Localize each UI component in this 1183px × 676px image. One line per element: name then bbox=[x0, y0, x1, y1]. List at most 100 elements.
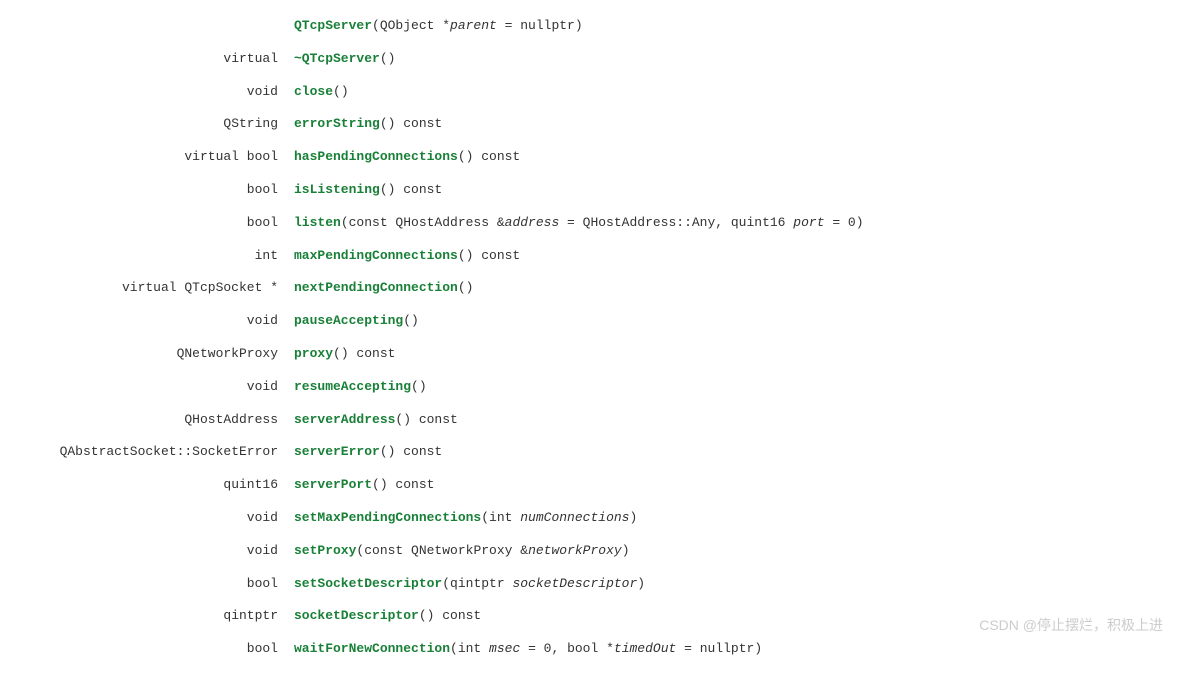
return-type bbox=[20, 10, 286, 43]
signature-args: () bbox=[458, 280, 474, 295]
function-name-link[interactable]: setMaxPendingConnections bbox=[294, 510, 481, 525]
table-row: virtual boolhasPendingConnections() cons… bbox=[20, 141, 1163, 174]
function-name-link[interactable]: setProxy bbox=[294, 543, 356, 558]
table-row: void setProxy(const QNetworkProxy &networ… bbox=[20, 535, 1163, 568]
signature-args: () const bbox=[458, 149, 520, 164]
signature-cell: socketDescriptor() const bbox=[286, 600, 1163, 633]
return-type: bool bbox=[20, 174, 286, 207]
signature-args: (QObject *parent = nullptr) bbox=[372, 18, 583, 33]
table-row: virtual~QTcpServer() bbox=[20, 43, 1163, 76]
signature-args: () const bbox=[419, 608, 481, 623]
return-type: qintptr bbox=[20, 600, 286, 633]
function-name-link[interactable]: proxy bbox=[294, 346, 333, 361]
table-row: QStringerrorString() const bbox=[20, 108, 1163, 141]
signature-args: (int numConnections) bbox=[481, 510, 637, 525]
return-type: QString bbox=[20, 108, 286, 141]
return-type: void bbox=[20, 305, 286, 338]
signature-cell: maxPendingConnections() const bbox=[286, 240, 1163, 273]
signature-cell: setMaxPendingConnections(int numConnecti… bbox=[286, 502, 1163, 535]
signature-cell: nextPendingConnection() bbox=[286, 272, 1163, 305]
return-type: bool bbox=[20, 568, 286, 601]
table-row: QTcpServer(QObject *parent = nullptr) bbox=[20, 10, 1163, 43]
signature-args: () bbox=[333, 84, 349, 99]
table-row: QHostAddressserverAddress() const bbox=[20, 404, 1163, 437]
return-type: bool bbox=[20, 207, 286, 240]
return-type: QAbstractSocket::SocketError bbox=[20, 436, 286, 469]
signature-cell: resumeAccepting() bbox=[286, 371, 1163, 404]
signature-args: () const bbox=[458, 248, 520, 263]
signature-args: () const bbox=[333, 346, 395, 361]
table-row: voidclose() bbox=[20, 76, 1163, 109]
function-name-link[interactable]: serverPort bbox=[294, 477, 372, 492]
signature-cell: QTcpServer(QObject *parent = nullptr) bbox=[286, 10, 1163, 43]
return-type: virtual bbox=[20, 43, 286, 76]
signature-args: () bbox=[411, 379, 427, 394]
function-name-link[interactable]: setSocketDescriptor bbox=[294, 576, 442, 591]
signature-cell: waitForNewConnection(int msec = 0, bool … bbox=[286, 633, 1163, 666]
signature-cell: pauseAccepting() bbox=[286, 305, 1163, 338]
return-type: void bbox=[20, 76, 286, 109]
return-type: void bbox=[20, 502, 286, 535]
signature-args: (const QHostAddress &address = QHostAddr… bbox=[341, 215, 864, 230]
return-type: void bbox=[20, 535, 286, 568]
table-row: intmaxPendingConnections() const bbox=[20, 240, 1163, 273]
return-type: int bbox=[20, 240, 286, 273]
function-name-link[interactable]: nextPendingConnection bbox=[294, 280, 458, 295]
signature-args: () const bbox=[380, 444, 442, 459]
function-name-link[interactable]: serverAddress bbox=[294, 412, 395, 427]
return-type: bool bbox=[20, 633, 286, 666]
function-name-link[interactable]: close bbox=[294, 84, 333, 99]
api-members-table: QTcpServer(QObject *parent = nullptr)vir… bbox=[20, 10, 1163, 666]
signature-args: () const bbox=[380, 116, 442, 131]
function-name-link[interactable]: maxPendingConnections bbox=[294, 248, 458, 263]
table-row: boolisListening() const bbox=[20, 174, 1163, 207]
signature-cell: proxy() const bbox=[286, 338, 1163, 371]
return-type: QHostAddress bbox=[20, 404, 286, 437]
signature-cell: errorString() const bbox=[286, 108, 1163, 141]
function-name-link[interactable]: listen bbox=[294, 215, 341, 230]
return-type: virtual QTcpSocket * bbox=[20, 272, 286, 305]
signature-cell: setSocketDescriptor(qintptr socketDescri… bbox=[286, 568, 1163, 601]
table-row: quint16serverPort() const bbox=[20, 469, 1163, 502]
function-name-link[interactable]: hasPendingConnections bbox=[294, 149, 458, 164]
table-row: QNetworkProxyproxy() const bbox=[20, 338, 1163, 371]
table-row: qintptrsocketDescriptor() const bbox=[20, 600, 1163, 633]
signature-args: () bbox=[380, 51, 396, 66]
function-name-link[interactable]: waitForNewConnection bbox=[294, 641, 450, 656]
signature-args: () const bbox=[395, 412, 457, 427]
signature-cell: serverError() const bbox=[286, 436, 1163, 469]
signature-args: () const bbox=[372, 477, 434, 492]
function-name-link[interactable]: pauseAccepting bbox=[294, 313, 403, 328]
function-name-link[interactable]: serverError bbox=[294, 444, 380, 459]
signature-args: () const bbox=[380, 182, 442, 197]
table-row: QAbstractSocket::SocketErrorserverError(… bbox=[20, 436, 1163, 469]
table-row: boolsetSocketDescriptor(qintptr socketDe… bbox=[20, 568, 1163, 601]
signature-cell: serverPort() const bbox=[286, 469, 1163, 502]
signature-cell: isListening() const bbox=[286, 174, 1163, 207]
return-type: void bbox=[20, 371, 286, 404]
function-name-link[interactable]: socketDescriptor bbox=[294, 608, 419, 623]
return-type: quint16 bbox=[20, 469, 286, 502]
table-row: virtual QTcpSocket *nextPendingConnectio… bbox=[20, 272, 1163, 305]
signature-args: (const QNetworkProxy &networkProxy) bbox=[356, 543, 629, 558]
table-row: voidpauseAccepting() bbox=[20, 305, 1163, 338]
signature-args: () bbox=[403, 313, 419, 328]
table-row: boollisten(const QHostAddress &address =… bbox=[20, 207, 1163, 240]
function-name-link[interactable]: QTcpServer bbox=[294, 18, 372, 33]
signature-cell: listen(const QHostAddress &address = QHo… bbox=[286, 207, 1163, 240]
table-row: boolwaitForNewConnection(int msec = 0, b… bbox=[20, 633, 1163, 666]
function-name-link[interactable]: ~QTcpServer bbox=[294, 51, 380, 66]
table-row: voidsetMaxPendingConnections(int numConn… bbox=[20, 502, 1163, 535]
signature-cell: hasPendingConnections() const bbox=[286, 141, 1163, 174]
return-type: virtual bool bbox=[20, 141, 286, 174]
signature-cell: serverAddress() const bbox=[286, 404, 1163, 437]
function-name-link[interactable]: errorString bbox=[294, 116, 380, 131]
function-name-link[interactable]: isListening bbox=[294, 182, 380, 197]
signature-args: (qintptr socketDescriptor) bbox=[442, 576, 645, 591]
signature-args: (int msec = 0, bool *timedOut = nullptr) bbox=[450, 641, 762, 656]
return-type: QNetworkProxy bbox=[20, 338, 286, 371]
function-name-link[interactable]: resumeAccepting bbox=[294, 379, 411, 394]
signature-cell: ~QTcpServer() bbox=[286, 43, 1163, 76]
table-row: voidresumeAccepting() bbox=[20, 371, 1163, 404]
signature-cell: close() bbox=[286, 76, 1163, 109]
